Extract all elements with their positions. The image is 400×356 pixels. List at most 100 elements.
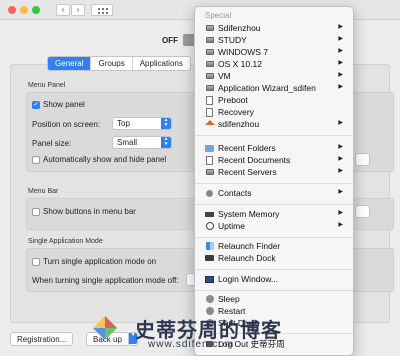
position-value: Top — [117, 119, 130, 128]
single-app-checkbox[interactable]: Turn single application mode on — [32, 257, 156, 266]
close-button[interactable] — [8, 6, 16, 14]
menu-item-label: Login Window... — [218, 274, 279, 284]
home-icon — [204, 119, 215, 129]
document-icon — [205, 95, 214, 105]
auto-show-checkbox[interactable]: Automatically show and hide panel — [32, 155, 166, 164]
menu-item-recent-folders[interactable]: Recent Folders ▶ — [195, 142, 353, 154]
submenu-arrow-icon: ▶ — [338, 144, 343, 150]
minimize-button[interactable] — [20, 6, 28, 14]
sleep-icon — [205, 295, 214, 304]
menu-item-label: VM — [218, 71, 231, 81]
registration-button[interactable]: Registration... — [10, 332, 74, 346]
show-all-grid-icon[interactable] — [91, 4, 113, 16]
document-icon — [205, 107, 214, 117]
single-app-section-title: Single Application Mode — [28, 238, 103, 245]
dock-icon — [205, 254, 214, 263]
tab-bar: General Groups Applications — [47, 56, 191, 71]
document-icon — [205, 155, 214, 165]
forward-button[interactable]: › — [71, 4, 85, 16]
menu-separator — [195, 237, 353, 238]
special-menu: Special Sdifenzhou ▶ STUDY ▶ WINDOWS 7 ▶… — [194, 6, 354, 356]
position-label: Position on screen: — [32, 120, 101, 129]
disk-icon — [205, 24, 214, 33]
watermark-url: www.sdifen.com — [148, 339, 235, 350]
contacts-icon — [205, 189, 214, 198]
menu-separator — [195, 204, 353, 205]
menu-item-sleep[interactable]: Sleep — [195, 293, 353, 305]
menu-item-label: Relaunch Finder — [218, 241, 281, 251]
panel-options-button[interactable] — [355, 153, 370, 166]
submenu-arrow-icon: ▶ — [338, 36, 343, 42]
updown-arrows-icon: ▲ ▼ — [161, 118, 171, 129]
menu-item-label: Contacts — [218, 188, 252, 198]
zoom-button[interactable] — [32, 6, 40, 14]
menu-header: Special — [205, 11, 232, 20]
tab-groups[interactable]: Groups — [91, 57, 133, 70]
panel-size-value: Small — [117, 138, 138, 147]
submenu-arrow-icon: ▶ — [338, 210, 343, 216]
menu-item-system-memory[interactable]: System Memory ▶ — [195, 208, 353, 220]
menu-bar-section-title: Menu Bar — [28, 188, 59, 195]
watermark-logo-icon — [93, 316, 117, 340]
tab-general[interactable]: General — [48, 57, 92, 70]
menu-separator — [195, 135, 353, 136]
menu-item-recent-servers[interactable]: Recent Servers ▶ — [195, 166, 353, 178]
disk-icon — [205, 36, 214, 45]
menu-item-login-window[interactable]: Login Window... — [195, 273, 353, 285]
back-button[interactable]: ‹ — [56, 4, 70, 16]
disk-icon — [205, 72, 214, 81]
menu-item-label: sdifenzhou — [218, 119, 260, 129]
show-buttons-checkbox[interactable]: Show buttons in menu bar — [32, 207, 136, 216]
submenu-arrow-icon: ▶ — [338, 48, 343, 54]
menu-item-volume[interactable]: Sdifenzhou ▶ — [195, 22, 353, 34]
menu-item-label: Recent Folders — [218, 143, 276, 153]
menu-separator — [195, 290, 353, 291]
toggle-label: OFF — [162, 35, 178, 45]
disk-icon — [205, 48, 214, 57]
menu-item-relaunch-dock[interactable]: Relaunch Dock — [195, 252, 353, 264]
disk-icon — [205, 60, 214, 69]
tab-applications[interactable]: Applications — [133, 57, 190, 70]
submenu-arrow-icon: ▶ — [338, 120, 343, 126]
menu-item-volume[interactable]: Preboot — [195, 94, 353, 106]
panel-size-label: Panel size: — [32, 139, 72, 148]
position-select[interactable]: Top ▲ ▼ — [112, 117, 172, 130]
menu-item-label: Recent Servers — [218, 167, 277, 177]
checkmark-icon: ✓ — [32, 100, 40, 109]
menu-item-volume[interactable]: OS X 10.12 ▶ — [195, 58, 353, 70]
menu-separator — [195, 183, 353, 184]
finder-icon — [205, 242, 214, 251]
menu-item-volume[interactable]: Application Wizard_sdifen ▶ — [195, 82, 353, 94]
menu-item-volume[interactable]: Recovery — [195, 106, 353, 118]
menu-item-uptime[interactable]: Uptime ▶ — [195, 220, 353, 232]
menu-item-label: Recovery — [218, 107, 254, 117]
auto-show-label: Automatically show and hide panel — [43, 155, 167, 164]
login-window-icon — [205, 275, 214, 284]
clock-icon — [205, 222, 214, 231]
menu-item-label: Application Wizard_sdifen — [218, 83, 316, 93]
menu-item-volume[interactable]: WINDOWS 7 ▶ — [195, 46, 353, 58]
menu-item-relaunch-finder[interactable]: Relaunch Finder — [195, 240, 353, 252]
submenu-arrow-icon: ▶ — [338, 168, 343, 174]
menu-bar-options-button[interactable] — [355, 205, 370, 218]
menu-panel-section-title: Menu Panel — [28, 82, 66, 89]
ram-icon — [205, 210, 214, 219]
menu-item-label: WINDOWS 7 — [218, 47, 269, 57]
disk-icon — [205, 84, 214, 93]
menu-item-label: Sdifenzhou — [218, 23, 261, 33]
menu-item-volume[interactable]: STUDY ▶ — [195, 34, 353, 46]
menu-item-label: Uptime — [218, 221, 245, 231]
single-app-label: Turn single application mode on — [43, 257, 157, 266]
menu-item-recent-documents[interactable]: Recent Documents ▶ — [195, 154, 353, 166]
menu-item-contacts[interactable]: Contacts ▶ — [195, 187, 353, 199]
menu-item-label: Relaunch Dock — [218, 253, 276, 263]
panel-size-select[interactable]: Small ▲ ▼ — [112, 136, 172, 149]
menu-item-label: System Memory — [218, 209, 280, 219]
menu-item-label: Recent Documents — [218, 155, 291, 165]
menu-item-label: OS X 10.12 — [218, 59, 262, 69]
show-panel-checkbox[interactable]: ✓ Show panel — [32, 100, 85, 109]
checkbox-box — [32, 257, 40, 266]
menu-item-home[interactable]: sdifenzhou ▶ — [195, 118, 353, 130]
menu-item-volume[interactable]: VM ▶ — [195, 70, 353, 82]
menu-item-label: Sleep — [218, 294, 240, 304]
